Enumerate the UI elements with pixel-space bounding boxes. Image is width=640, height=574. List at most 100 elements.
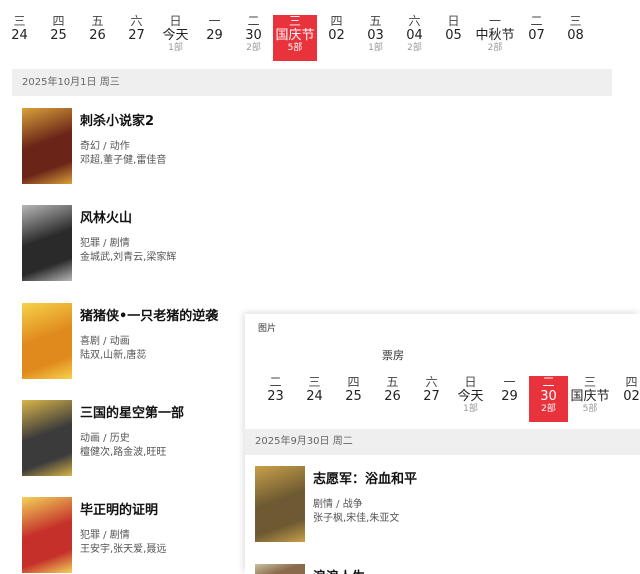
date-tab-day: 24 <box>11 28 28 43</box>
movie-title[interactable]: 浪浪人生 <box>313 566 365 574</box>
overlay-movie-item[interactable]: 志愿军：浴血和平 剧情 / 战争 张子枫,宋佳,朱亚文 <box>255 466 635 544</box>
date-tab-weekday: 一 <box>208 14 221 28</box>
date-tab[interactable]: 二 30 2部 <box>529 376 568 422</box>
date-tab[interactable]: 日 05 <box>434 15 473 61</box>
movie-poster <box>22 108 72 184</box>
date-tab[interactable]: 三国庆节 5部 <box>568 376 612 422</box>
date-section-header: 2025年10月1日 周三 <box>12 69 612 96</box>
date-tab[interactable]: 六 27 <box>412 376 451 422</box>
date-tab-count: 5部 <box>287 43 303 53</box>
date-tab[interactable]: 日今天 1部 <box>156 15 195 61</box>
date-selector-bar: 三 24 四 25 五 26 六 27 日今天 1部一 29 二 30 2部三国庆节 5部四 02 五 03 1部六… <box>0 0 595 68</box>
date-tab-weekday: 五 <box>386 375 399 389</box>
movie-title[interactable]: 三国的星空第一部 <box>80 402 184 421</box>
date-tab[interactable]: 一中秋节 2部 <box>473 15 517 61</box>
date-tab-day: 04 <box>406 28 423 43</box>
date-tab[interactable]: 五 26 <box>78 15 117 61</box>
movie-cast: 陆双,山新,唐蕊 <box>80 350 147 361</box>
date-tab-count: 5部 <box>582 404 598 414</box>
date-tab-weekday: 日 <box>169 14 182 28</box>
date-tab-day: 02 <box>328 28 345 43</box>
date-tab-day: 今天 <box>457 389 484 404</box>
movie-cast: 檀健次,路金波,旺旺 <box>80 447 167 458</box>
date-tab[interactable]: 日今天 1部 <box>451 376 490 422</box>
movie-poster <box>22 497 72 573</box>
movie-cast: 王安宇,张天爱,聂远 <box>80 544 167 555</box>
date-tab-day: 25 <box>345 389 362 404</box>
date-tab[interactable]: 一 29 <box>490 376 529 422</box>
date-tab-day: 29 <box>206 28 223 43</box>
date-tab-weekday: 三 <box>583 375 596 389</box>
date-tab[interactable]: 四 02 <box>612 376 640 422</box>
movie-title[interactable]: 风林火山 <box>80 207 132 226</box>
date-tab[interactable]: 四 25 <box>39 15 78 61</box>
date-tab-weekday: 二 <box>247 14 260 28</box>
date-tab-weekday: 四 <box>347 375 360 389</box>
date-tab[interactable]: 二 07 <box>517 15 556 61</box>
date-tab-count: 2部 <box>541 404 556 414</box>
date-tab[interactable]: 三国庆节 5部 <box>273 15 317 61</box>
date-tab-count: 1部 <box>168 43 183 53</box>
movie-poster <box>22 205 72 281</box>
date-tab-weekday: 日 <box>447 14 460 28</box>
date-tab-count: 2部 <box>487 43 503 53</box>
date-tab-weekday: 二 <box>530 14 543 28</box>
date-tab[interactable]: 五 26 <box>373 376 412 422</box>
date-tab[interactable]: 二 23 <box>256 376 295 422</box>
movie-title[interactable]: 毕正明的证明 <box>80 499 158 518</box>
movie-genre: 喜剧 / 动画 <box>80 336 130 347</box>
movie-item[interactable]: 风林火山 犯罪 / 剧情 金城武,刘青云,梁家辉 <box>22 205 582 283</box>
date-tab[interactable]: 三 24 <box>0 15 39 61</box>
date-tab[interactable]: 三 24 <box>295 376 334 422</box>
date-tab-weekday: 三 <box>13 14 26 28</box>
date-tab-count: 2部 <box>407 43 422 53</box>
date-tab-day: 30 <box>540 389 557 404</box>
date-tab-weekday: 二 <box>269 375 282 389</box>
date-tab-count: 1部 <box>368 43 383 53</box>
date-tab-weekday: 四 <box>52 14 65 28</box>
movie-poster <box>22 303 72 379</box>
movie-title[interactable]: 猪猪侠•一只老猪的逆袭 <box>80 305 218 324</box>
date-tab-weekday: 三 <box>569 14 582 28</box>
date-tab-day: 05 <box>445 28 462 43</box>
date-tab-day: 29 <box>501 389 518 404</box>
overlay-image-label: 图片 <box>258 324 277 334</box>
date-tab-day: 26 <box>89 28 106 43</box>
date-tab[interactable]: 一 29 <box>195 15 234 61</box>
movie-genre: 动画 / 历史 <box>80 433 130 444</box>
movie-genre: 剧情 / 战争 <box>313 499 363 510</box>
date-tab-day: 03 <box>367 28 384 43</box>
date-tab-day: 国庆节 <box>275 28 315 43</box>
movie-poster <box>255 466 305 542</box>
movie-title[interactable]: 刺杀小说家2 <box>80 110 154 129</box>
date-tab[interactable]: 二 30 2部 <box>234 15 273 61</box>
overlay-box-office-tab[interactable]: 票房 <box>382 347 404 363</box>
date-tab-day: 27 <box>423 389 440 404</box>
date-tab-weekday: 三 <box>288 14 301 28</box>
date-tab-day: 26 <box>384 389 401 404</box>
date-tab-day: 今天 <box>162 28 189 43</box>
date-tab-day: 25 <box>50 28 67 43</box>
overlay-date-selector-bar: 二 23 三 24 四 25 五 26 六 27 日今天 1部一 29 二 30 2部三国庆节 5部四 02 <box>256 376 640 422</box>
date-tab-weekday: 二 <box>542 375 555 389</box>
date-tab[interactable]: 三 08 <box>556 15 595 61</box>
date-tab-weekday: 一 <box>488 14 501 28</box>
movie-genre: 犯罪 / 剧情 <box>80 530 130 541</box>
overlay-date-section-header: 2025年9月30日 周二 <box>245 429 640 455</box>
date-tab-weekday: 一 <box>503 375 516 389</box>
date-tab-weekday: 日 <box>464 375 477 389</box>
movie-title[interactable]: 志愿军：浴血和平 <box>313 468 417 487</box>
overlay-movie-item[interactable]: 浪浪人生 <box>255 564 635 574</box>
date-tab-weekday: 五 <box>91 14 104 28</box>
date-tab-weekday: 五 <box>369 14 382 28</box>
movie-cast: 邓超,董子健,雷佳音 <box>80 155 167 166</box>
movie-cast: 金城武,刘青云,梁家辉 <box>80 252 177 263</box>
date-tab[interactable]: 四 02 <box>317 15 356 61</box>
date-tab[interactable]: 六 27 <box>117 15 156 61</box>
date-tab[interactable]: 四 25 <box>334 376 373 422</box>
date-tab[interactable]: 六 04 2部 <box>395 15 434 61</box>
movie-item[interactable]: 刺杀小说家2 奇幻 / 动作 邓超,董子健,雷佳音 <box>22 108 582 186</box>
date-tab[interactable]: 五 03 1部 <box>356 15 395 61</box>
date-tab-day: 07 <box>528 28 545 43</box>
date-tab-weekday: 三 <box>308 375 321 389</box>
